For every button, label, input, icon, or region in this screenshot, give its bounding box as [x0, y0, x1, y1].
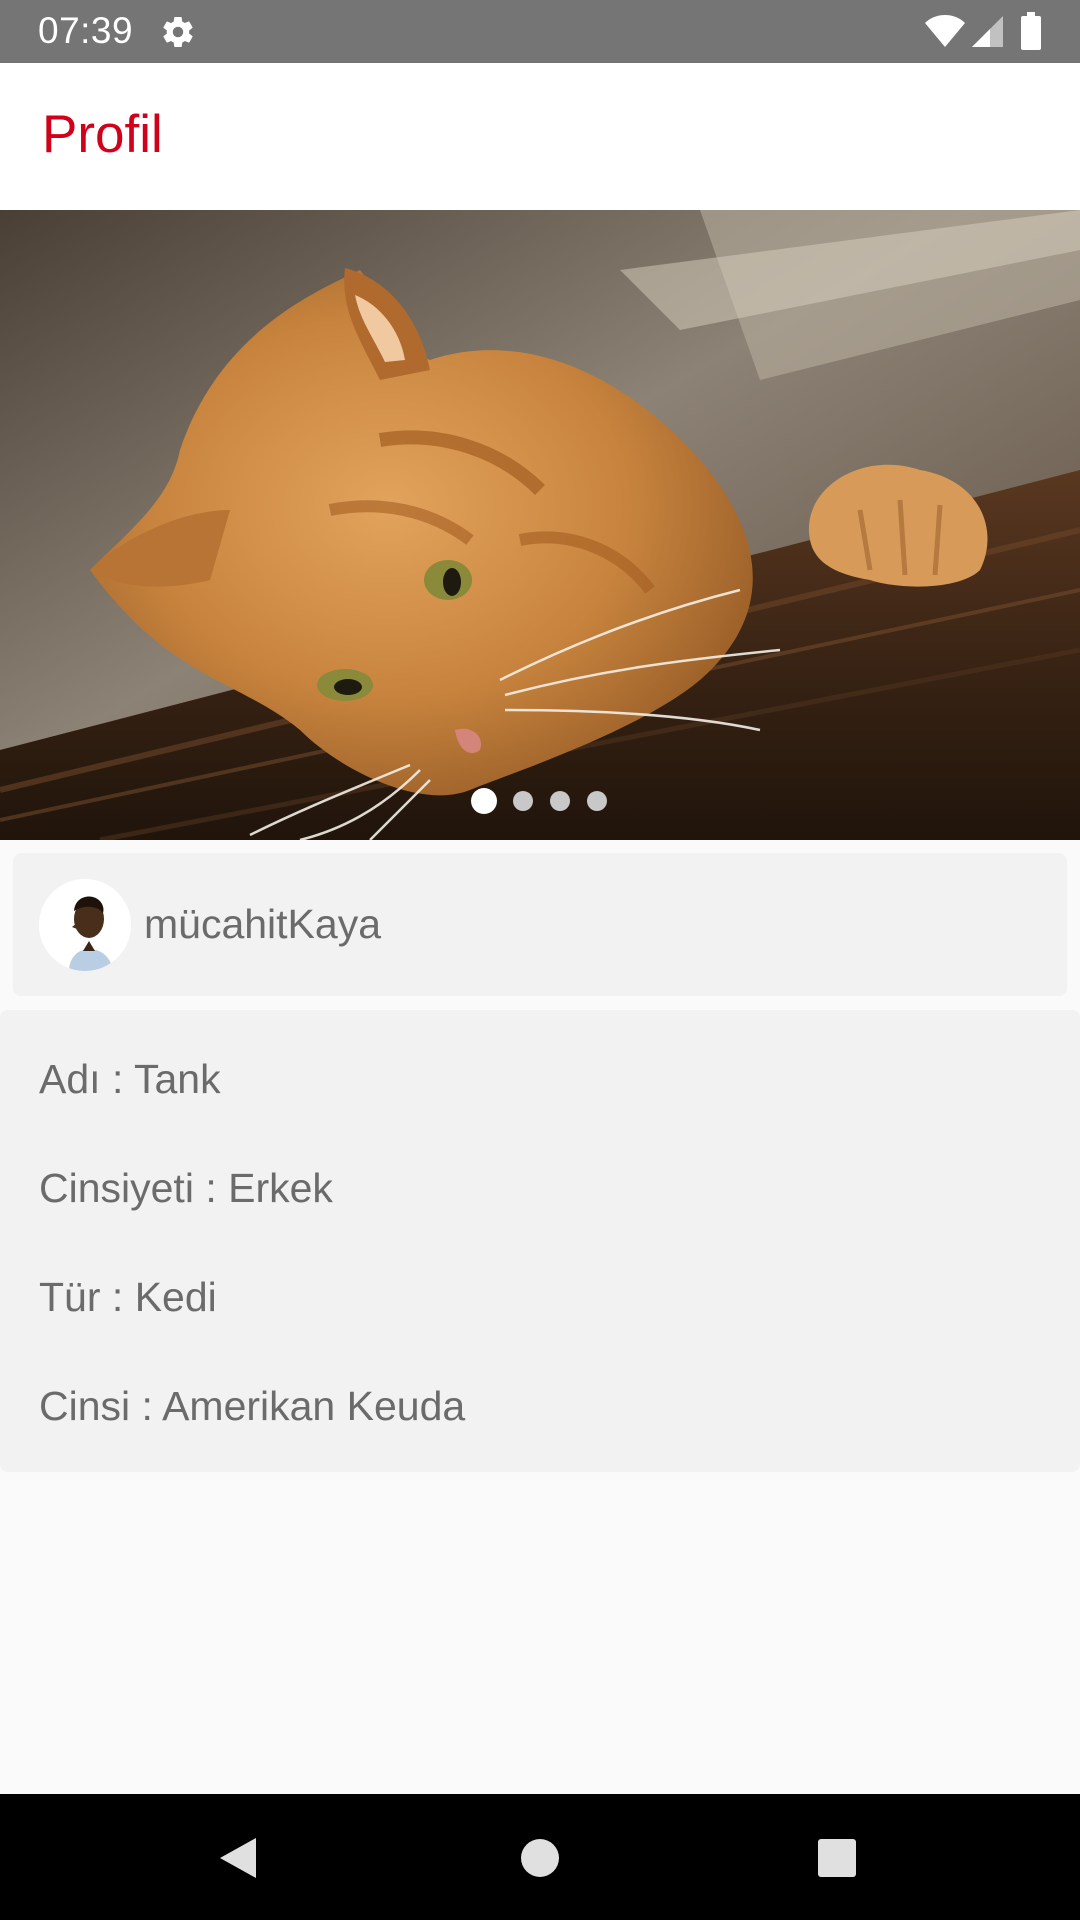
page-dot-2[interactable] — [513, 791, 533, 811]
info-label: Adı — [39, 1056, 101, 1102]
pet-info-card: Adı : Tank Cinsiyeti : Erkek Tür : Kedi … — [0, 1010, 1080, 1472]
info-label: Tür — [39, 1274, 101, 1320]
pet-photo-slider[interactable] — [0, 210, 1080, 840]
battery-icon — [1021, 12, 1041, 50]
cat-photo — [0, 210, 1080, 840]
info-value: Kedi — [134, 1274, 217, 1320]
info-value: Amerikan Keuda — [162, 1383, 466, 1429]
owner-card[interactable]: mücahitKaya — [13, 853, 1067, 996]
info-label: Cinsiyeti — [39, 1165, 194, 1211]
app-bar: Profil — [0, 63, 1080, 210]
gear-icon — [163, 17, 193, 48]
status-bar: 07:39 — [0, 0, 1080, 63]
avatar[interactable] — [39, 879, 131, 971]
pet-type-row: Tür : Kedi — [39, 1274, 217, 1320]
page-dot-4[interactable] — [587, 791, 607, 811]
system-nav-bar — [0, 1794, 1080, 1920]
status-time: 07:39 — [38, 10, 134, 51]
back-icon[interactable] — [218, 1836, 258, 1880]
page-dot-1[interactable] — [471, 788, 497, 814]
info-value: Tank — [133, 1056, 221, 1102]
owner-username[interactable]: mücahitKaya — [144, 897, 381, 951]
pet-breed-row: Cinsi : Amerikan Keuda — [39, 1383, 466, 1429]
signal-icon — [972, 16, 1003, 47]
page-dot-3[interactable] — [550, 791, 570, 811]
info-label: Cinsi — [39, 1383, 131, 1429]
slider-page-indicator — [0, 788, 1080, 814]
page-title: Profil — [42, 105, 163, 164]
recents-icon[interactable] — [817, 1838, 857, 1878]
home-icon[interactable] — [520, 1838, 560, 1878]
wifi-icon — [925, 15, 965, 47]
info-value: Erkek — [228, 1165, 333, 1211]
user-avatar-image — [39, 879, 131, 971]
pet-name-row: Adı : Tank — [39, 1056, 221, 1102]
pet-gender-row: Cinsiyeti : Erkek — [39, 1165, 333, 1211]
